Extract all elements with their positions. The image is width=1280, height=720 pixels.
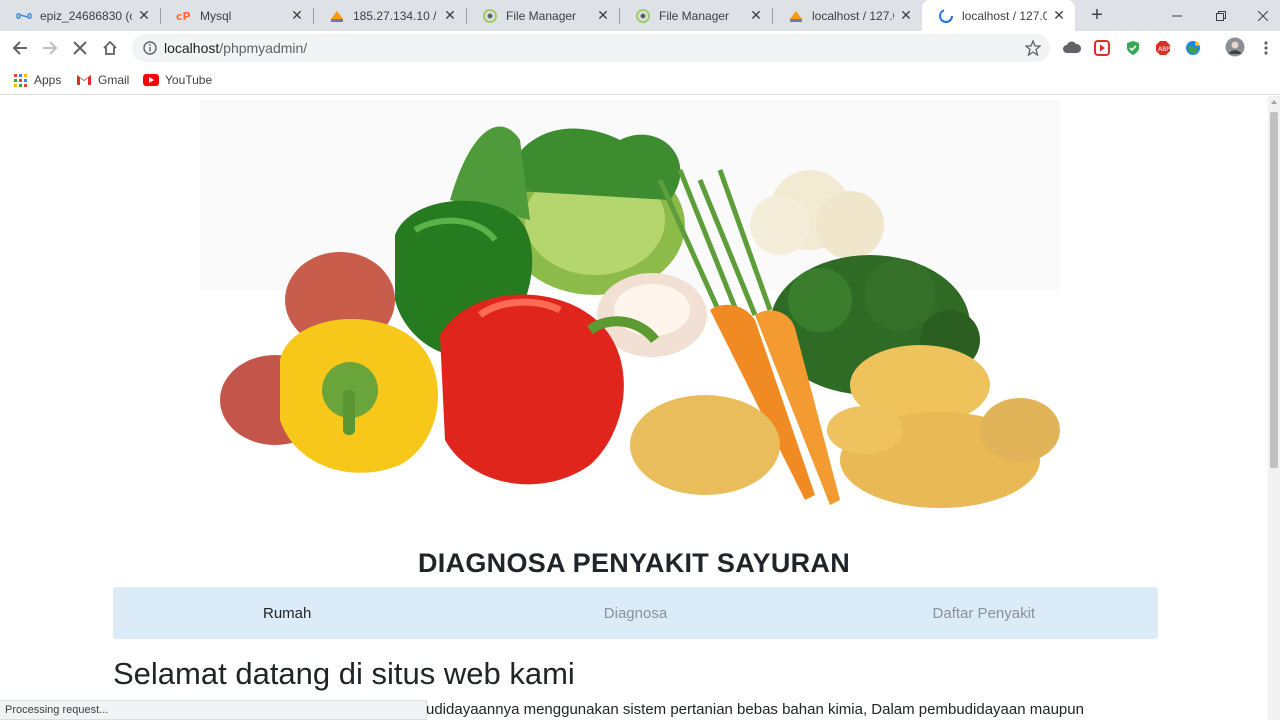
scroll-up-arrow-icon[interactable] bbox=[1271, 100, 1277, 104]
restore-button[interactable] bbox=[1198, 0, 1244, 31]
bookmark-youtube[interactable]: YouTube bbox=[143, 71, 212, 89]
browser-toolbar: localhost/phpmyadmin/ ABP bbox=[0, 31, 1280, 65]
nav-link-rumah[interactable]: Rumah bbox=[113, 587, 461, 639]
menu-kebab-icon[interactable] bbox=[1257, 39, 1275, 57]
new-tab-button[interactable]: + bbox=[1086, 4, 1108, 26]
bookmarks-bar: Apps Gmail YouTube bbox=[0, 65, 1280, 95]
cloud-extension-icon[interactable] bbox=[1063, 39, 1081, 57]
restore-icon bbox=[1216, 10, 1226, 21]
close-tab-icon[interactable]: ✕ bbox=[1051, 7, 1067, 24]
youtube-icon bbox=[143, 72, 159, 88]
scrollbar-thumb[interactable] bbox=[1270, 112, 1278, 468]
globe-extension-icon[interactable] bbox=[1184, 39, 1202, 57]
cpanel-icon: cP bbox=[176, 8, 192, 24]
tab-title: File Manager bbox=[659, 8, 730, 23]
media-extension-icon[interactable] bbox=[1093, 39, 1111, 57]
bookmark-apps[interactable]: Apps bbox=[12, 71, 61, 89]
close-tab-icon[interactable]: ✕ bbox=[289, 7, 305, 24]
page-scrollbar[interactable] bbox=[1268, 96, 1280, 720]
arrow-right-icon bbox=[43, 41, 58, 55]
url-path: /phpmyadmin/ bbox=[219, 40, 308, 56]
back-button[interactable] bbox=[6, 35, 34, 61]
close-tab-icon[interactable]: ✕ bbox=[442, 7, 458, 24]
close-window-icon bbox=[1258, 10, 1268, 21]
tab-strip: epiz_24686830 (co ✕ cP Mysql ✕ 185.27.13… bbox=[0, 0, 1280, 31]
apps-grid-icon bbox=[12, 72, 28, 88]
loading-icon bbox=[938, 8, 954, 24]
vegetables-hero-image bbox=[200, 100, 1060, 508]
forward-button[interactable] bbox=[36, 35, 64, 61]
nav-link-diagnosa[interactable]: Diagnosa bbox=[461, 587, 809, 639]
infinity-icon bbox=[16, 8, 32, 24]
close-tab-icon[interactable]: ✕ bbox=[898, 7, 914, 24]
bookmark-label: YouTube bbox=[165, 73, 213, 87]
bookmark-star-icon[interactable] bbox=[1024, 39, 1042, 57]
bookmark-gmail[interactable]: Gmail bbox=[76, 71, 129, 89]
minimize-button[interactable] bbox=[1154, 0, 1200, 31]
tab-7-active[interactable]: localhost / 127.0.0 ✕ bbox=[922, 0, 1075, 31]
bookmark-label: Gmail bbox=[98, 73, 130, 87]
tab-title: epiz_24686830 (co bbox=[40, 8, 132, 23]
address-bar[interactable]: localhost/phpmyadmin/ bbox=[132, 34, 1050, 62]
adblock-extension-icon[interactable]: ABP bbox=[1154, 39, 1172, 57]
tab-title: 185.27.134.10 / sq bbox=[353, 8, 438, 23]
url-host: localhost bbox=[164, 40, 220, 56]
main-navbar: Rumah Diagnosa Daftar Penyakit bbox=[113, 587, 1158, 639]
info-icon[interactable] bbox=[142, 40, 158, 56]
bookmark-label: Apps bbox=[34, 73, 62, 87]
home-icon bbox=[103, 40, 117, 55]
close-window-button[interactable] bbox=[1240, 0, 1280, 31]
tab-title: Mysql bbox=[200, 8, 232, 23]
svg-text:ABP: ABP bbox=[1158, 46, 1170, 53]
welcome-heading: Selamat datang di situs web kami bbox=[113, 656, 575, 691]
close-tab-icon[interactable]: ✕ bbox=[136, 7, 152, 24]
close-tab-icon[interactable]: ✕ bbox=[748, 7, 764, 24]
svg-text:cP: cP bbox=[176, 10, 191, 22]
file-manager-icon bbox=[635, 8, 651, 24]
url-text: localhost/phpmyadmin/ bbox=[164, 40, 307, 56]
close-tab-icon[interactable]: ✕ bbox=[595, 7, 611, 24]
tab-title: localhost / 127.0.0 bbox=[812, 8, 894, 23]
tab-6[interactable]: localhost / 127.0.0 ✕ bbox=[772, 0, 922, 31]
browser-status-bubble: Processing request... bbox=[0, 700, 427, 720]
nav-link-daftar-penyakit[interactable]: Daftar Penyakit bbox=[810, 587, 1158, 639]
minimize-icon bbox=[1172, 15, 1182, 16]
tab-title: localhost / 127.0.0 bbox=[962, 8, 1047, 23]
phpmyadmin-icon bbox=[329, 8, 345, 24]
gmail-icon bbox=[76, 72, 92, 88]
tab-3[interactable]: 185.27.134.10 / sq ✕ bbox=[313, 0, 466, 31]
home-button[interactable] bbox=[96, 35, 124, 61]
stop-icon bbox=[73, 41, 87, 55]
site-title: DIAGNOSA PENYAKIT SAYURAN bbox=[417, 548, 851, 578]
tab-4[interactable]: File Manager ✕ bbox=[466, 0, 619, 31]
profile-avatar[interactable] bbox=[1225, 37, 1245, 57]
phpmyadmin-icon bbox=[788, 8, 804, 24]
stop-loading-button[interactable] bbox=[66, 35, 94, 61]
shield-extension-icon[interactable] bbox=[1124, 39, 1142, 57]
web-page: DIAGNOSA PENYAKIT SAYURAN Rumah Diagnosa… bbox=[0, 96, 1268, 720]
tab-2[interactable]: cP Mysql ✕ bbox=[160, 0, 313, 31]
tab-title: File Manager bbox=[506, 8, 577, 23]
file-manager-icon bbox=[482, 8, 498, 24]
arrow-left-icon bbox=[12, 41, 27, 55]
intro-paragraph: udidayaannya menggunakan sistem pertania… bbox=[426, 701, 1084, 718]
tab-1[interactable]: epiz_24686830 (co ✕ bbox=[0, 0, 160, 31]
tab-5[interactable]: File Manager ✕ bbox=[619, 0, 772, 31]
